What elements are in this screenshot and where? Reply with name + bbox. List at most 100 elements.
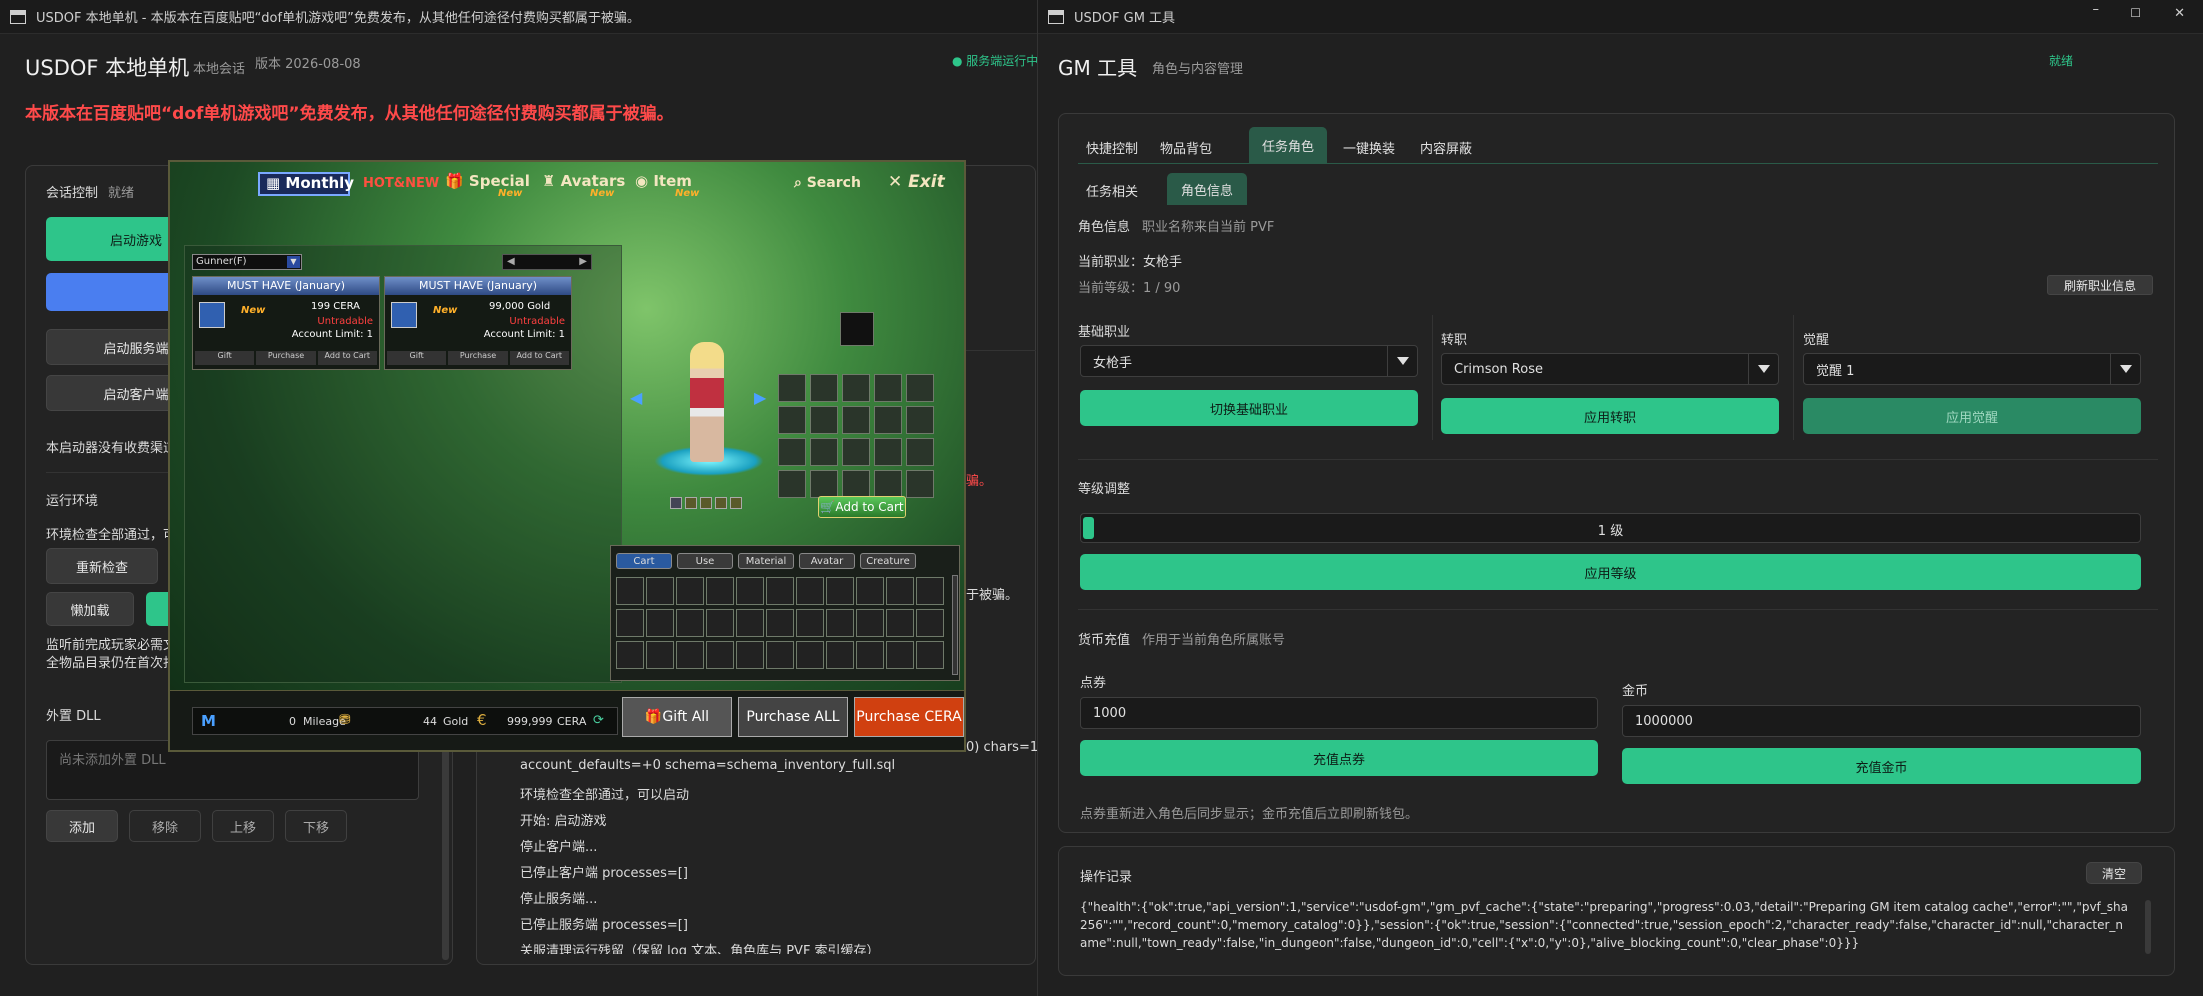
move-up-button[interactable]: 上移 (212, 810, 274, 842)
page-pager[interactable]: ◀ ▶ (502, 254, 592, 270)
shop-item-card[interactable]: MUST HAVE (January) New 199 CERA Untrada… (192, 276, 380, 370)
cart-slot[interactable] (856, 641, 884, 669)
equip-slot[interactable] (842, 438, 870, 466)
tab-quick-control[interactable]: 快捷控制 (1078, 131, 1146, 163)
equip-slot[interactable] (906, 470, 934, 498)
equip-slot-main[interactable] (840, 312, 874, 346)
preview-option-icon[interactable] (670, 497, 682, 509)
apply-advance-button[interactable]: 应用转职 (1441, 398, 1779, 434)
tab-hot-new[interactable]: HOT&NEW (363, 176, 439, 191)
cart-slot[interactable] (646, 577, 674, 605)
equip-slot[interactable] (874, 374, 902, 402)
preview-option-icon[interactable] (700, 497, 712, 509)
equip-slot[interactable] (906, 406, 934, 434)
cart-slot[interactable] (766, 641, 794, 669)
next-page-icon[interactable]: ▶ (579, 255, 587, 269)
equip-slot[interactable] (778, 374, 806, 402)
cart-slot[interactable] (616, 577, 644, 605)
cart-tab-use[interactable]: Use (677, 553, 733, 569)
cart-slot[interactable] (886, 577, 914, 605)
awaken-select[interactable]: 觉醒 1 (1803, 353, 2141, 385)
equip-slot[interactable] (842, 470, 870, 498)
charge-points-button[interactable]: 充值点券 (1080, 740, 1598, 776)
tab-quest-character[interactable]: 任务角色 (1249, 127, 1327, 163)
exit-button[interactable]: ✕ Exit (888, 172, 945, 192)
rotate-right-icon[interactable]: ▶ (754, 388, 766, 407)
cart-slot[interactable] (796, 609, 824, 637)
refresh-icon[interactable]: ⟳ (593, 713, 604, 728)
cart-slot[interactable] (676, 577, 704, 605)
subtab-character-info[interactable]: 角色信息 (1167, 173, 1247, 205)
cart-slot[interactable] (916, 609, 944, 637)
cart-tab-cart[interactable]: Cart (616, 553, 672, 569)
charge-gold-button[interactable]: 充值金币 (1622, 748, 2141, 784)
cart-slot[interactable] (886, 609, 914, 637)
tab-one-click-outfit[interactable]: 一键换装 (1333, 131, 1405, 163)
cart-slot[interactable] (766, 609, 794, 637)
equip-slot[interactable] (842, 406, 870, 434)
equip-slot[interactable] (874, 406, 902, 434)
equip-slot[interactable] (810, 374, 838, 402)
cart-slot[interactable] (646, 609, 674, 637)
lazy-load-button[interactable]: 懒加载 (46, 592, 134, 626)
minimize-icon[interactable]: – (2093, 2, 2100, 17)
class-select[interactable]: Gunner(F) ▼ (192, 254, 302, 270)
cart-slot[interactable] (796, 577, 824, 605)
base-job-select[interactable]: 女枪手 (1080, 345, 1418, 377)
rotate-left-icon[interactable]: ◀ (630, 388, 642, 407)
cart-slot[interactable] (676, 641, 704, 669)
cart-slot[interactable] (616, 609, 644, 637)
advance-select[interactable]: Crimson Rose (1441, 353, 1779, 385)
apply-awaken-button[interactable]: 应用觉醒 (1803, 398, 2141, 434)
search-button[interactable]: ⌕ Search (794, 175, 861, 191)
gift-button[interactable]: Gift (387, 351, 447, 365)
cart-slot[interactable] (706, 641, 734, 669)
purchase-cera-button[interactable]: Purchase CERA (854, 697, 964, 737)
cart-slot[interactable] (856, 609, 884, 637)
add-dll-button[interactable]: 添加 (46, 810, 118, 842)
cart-slot[interactable] (916, 577, 944, 605)
prev-page-icon[interactable]: ◀ (507, 255, 515, 269)
subtab-quest[interactable]: 任务相关 (1078, 174, 1146, 206)
equip-slot[interactable] (778, 406, 806, 434)
level-slider[interactable]: 1 级 (1080, 513, 2141, 543)
preview-option-icon[interactable] (730, 497, 742, 509)
cart-tab-avatar[interactable]: Avatar (799, 553, 855, 569)
cart-slot[interactable] (676, 609, 704, 637)
equip-slot[interactable] (842, 374, 870, 402)
cart-slot[interactable] (736, 641, 764, 669)
cart-slot[interactable] (886, 641, 914, 669)
maximize-icon[interactable]: ☐ (2130, 6, 2141, 20)
cart-slot[interactable] (736, 609, 764, 637)
oplog-scrollbar[interactable] (2145, 900, 2151, 954)
equip-slot[interactable] (874, 438, 902, 466)
close-icon[interactable]: ✕ (2174, 6, 2185, 21)
cart-tab-creature[interactable]: Creature (860, 553, 916, 569)
cart-slot[interactable] (916, 641, 944, 669)
add-to-cart-main-button[interactable]: 🛒 Add to Cart (818, 496, 906, 518)
add-to-cart-button[interactable]: Add to Cart (509, 351, 569, 365)
equip-slot[interactable] (874, 470, 902, 498)
equip-slot[interactable] (906, 438, 934, 466)
gift-all-button[interactable]: 🎁 Gift All (622, 697, 732, 737)
gift-button[interactable]: Gift (195, 351, 255, 365)
equip-slot[interactable] (810, 470, 838, 498)
cart-slot[interactable] (616, 641, 644, 669)
launcher-titlebar[interactable]: USDOF 本地单机 - 本版本在百度贴吧“dof单机游戏吧”免费发布，从其他任… (0, 0, 1037, 34)
cart-slot[interactable] (736, 577, 764, 605)
preview-option-icon[interactable] (685, 497, 697, 509)
purchase-button[interactable]: Purchase (448, 351, 508, 365)
shop-item-card[interactable]: MUST HAVE (January) New 99,000 Gold Untr… (384, 276, 572, 370)
refresh-job-button[interactable]: 刷新职业信息 (2047, 275, 2153, 295)
purchase-button[interactable]: Purchase (256, 351, 316, 365)
equip-slot[interactable] (778, 438, 806, 466)
clear-log-button[interactable]: 清空 (2086, 862, 2142, 884)
cart-slot[interactable] (796, 641, 824, 669)
tab-monthly[interactable]: ▦ Monthly (266, 174, 354, 192)
preview-option-icon[interactable] (715, 497, 727, 509)
cart-scrollbar[interactable] (952, 575, 958, 675)
points-input[interactable]: 1000 (1080, 697, 1598, 729)
equip-slot[interactable] (810, 406, 838, 434)
cart-tab-material[interactable]: Material (738, 553, 794, 569)
cart-slot[interactable] (646, 641, 674, 669)
